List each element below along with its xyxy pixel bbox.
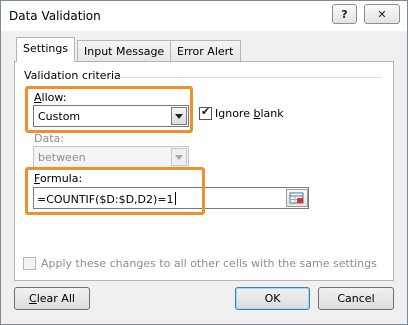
close-icon: ✕ — [377, 7, 387, 21]
help-button[interactable]: ? — [332, 4, 357, 24]
tab-label: Error Alert — [177, 45, 234, 58]
data-label: Data: — [34, 132, 64, 145]
range-select-button[interactable] — [286, 189, 308, 207]
allow-value: Custom — [38, 110, 81, 123]
allow-dropdown[interactable]: Custom — [33, 105, 189, 127]
clear-all-button[interactable]: Clear All — [14, 287, 90, 310]
formula-input[interactable]: =COUNTIF($D:$D,D2)=1 — [33, 187, 309, 209]
chevron-down-icon[interactable] — [171, 107, 187, 125]
apply-all-checkbox[interactable] — [23, 257, 36, 270]
text-cursor — [174, 192, 176, 205]
data-validation-dialog: Data Validation ? ✕ Error Alert Input Me… — [0, 0, 408, 325]
ignore-blank-label[interactable]: Ignore blank — [215, 107, 284, 120]
cancel-label: Cancel — [337, 292, 375, 305]
ok-button[interactable]: OK — [235, 287, 310, 310]
settings-panel — [14, 61, 394, 281]
apply-all-label[interactable]: Apply these changes to all other cells w… — [41, 257, 377, 270]
close-button[interactable]: ✕ — [364, 4, 400, 24]
validation-criteria-heading: Validation criteria — [24, 69, 121, 82]
data-dropdown[interactable]: between — [33, 146, 189, 168]
title-bar[interactable]: Data Validation ? ✕ — [1, 1, 407, 31]
tab-settings[interactable]: Settings — [16, 37, 76, 62]
help-icon: ? — [341, 7, 348, 21]
formula-value: =COUNTIF($D:$D,D2)=1 — [37, 193, 174, 206]
allow-label: Allow: — [34, 91, 67, 104]
tab-label: Settings — [23, 42, 69, 55]
ignore-blank-checkbox[interactable] — [199, 105, 212, 120]
formula-label: Formula: — [34, 172, 83, 185]
data-value: between — [38, 151, 86, 164]
collapse-dialog-icon — [289, 192, 304, 204]
tab-label: Input Message — [84, 45, 165, 58]
chevron-down-icon[interactable] — [171, 148, 187, 166]
tab-error-alert[interactable]: Error Alert — [170, 40, 241, 62]
dialog-title: Data Validation — [9, 9, 101, 23]
tab-input-message[interactable]: Input Message — [77, 40, 172, 62]
ok-label: OK — [264, 292, 281, 305]
clear-all-label: Clear All — [29, 292, 75, 305]
cancel-button[interactable]: Cancel — [318, 287, 394, 310]
section-divider — [119, 77, 382, 78]
